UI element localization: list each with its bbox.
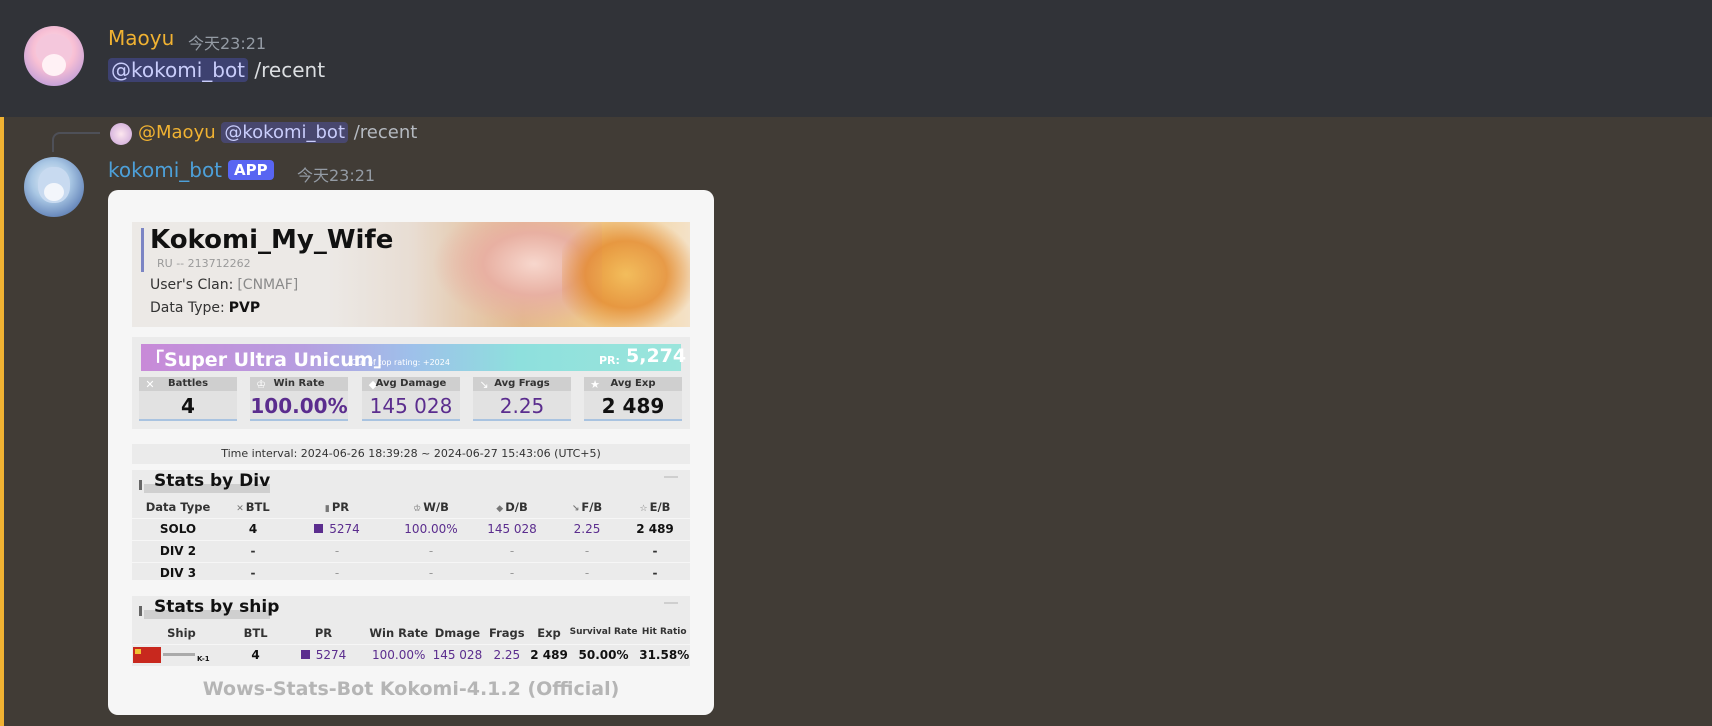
trophy-icon: ♔ bbox=[413, 503, 422, 514]
section-title: Stats by Div bbox=[154, 471, 271, 491]
table-header: Data Type ✕ BTL ▮ PR ♔ W/B ◆ D/B ↘ F/B ☆ E/B bbox=[132, 496, 690, 519]
bot-timestamp: 今天23:21 bbox=[297, 166, 376, 185]
pr-value: 5,274 bbox=[626, 345, 687, 367]
command-text: /recent bbox=[248, 58, 326, 82]
table-row: SOLO 4 5274 100.00% 145 028 2.25 2 489 bbox=[132, 518, 690, 541]
avatar[interactable] bbox=[24, 26, 84, 86]
bot-username-text[interactable]: kokomi_bot bbox=[108, 158, 222, 182]
reply-author[interactable]: @Maoyu bbox=[138, 122, 216, 143]
reply-command: /recent bbox=[348, 122, 418, 143]
bot-username[interactable]: kokomi_bot APP bbox=[108, 158, 274, 182]
player-banner: Kokomi_My_Wife RU -- 213712262 User's Cl… bbox=[132, 222, 690, 327]
player-name: Kokomi_My_Wife bbox=[150, 225, 394, 255]
pr-color-square bbox=[300, 650, 310, 659]
stat-avg-frags: ↘ Avg Frags 2.25 bbox=[473, 377, 571, 421]
pr-label: PR: bbox=[599, 354, 620, 367]
message-maoyu: Maoyu 今天23:21 @kokomi_bot /recent bbox=[0, 0, 1712, 117]
message-content: @kokomi_bot /recent bbox=[108, 58, 325, 82]
stats-by-ship: Stats by ship Ship BTL PR Win Rate Dmage… bbox=[132, 596, 690, 667]
time-interval: Time interval: 2024-06-26 18:39:28 ~ 202… bbox=[132, 444, 690, 464]
card-footer: Wows-Stats-Bot Kokomi-4.1.2 (Official) bbox=[202, 678, 620, 700]
banner-accent bbox=[141, 228, 144, 272]
stats-by-div: Stats by Div Data Type ✕ BTL ▮ PR ♔ W/B ◆ D/… bbox=[132, 470, 690, 585]
frags-icon: ↘ bbox=[571, 503, 580, 514]
reply-avatar[interactable] bbox=[110, 123, 132, 145]
reply-connector bbox=[52, 132, 100, 152]
ship-icon bbox=[163, 653, 195, 657]
table-header: Ship BTL PR Win Rate Dmage Frags Exp Sur… bbox=[132, 622, 690, 645]
bot-avatar[interactable] bbox=[24, 157, 84, 217]
pr-icon: ▮ bbox=[324, 503, 330, 514]
table-row: K-1 4 5274 100.00% 145 028 2.25 2 489 50… bbox=[132, 644, 690, 667]
stats-card-image[interactable]: Kokomi_My_Wife RU -- 213712262 User's Cl… bbox=[108, 190, 714, 715]
stat-avg-exp: ★ Avg Exp 2 489 bbox=[584, 377, 682, 421]
mention-kokomi-bot[interactable]: @kokomi_bot bbox=[108, 58, 249, 82]
table-row: DIV 3 - - - - - - bbox=[132, 562, 690, 585]
data-type: Data Type: PVP bbox=[150, 300, 261, 316]
rating-bar: 「Super Ultra Unicum」 Out of top rating: … bbox=[141, 344, 686, 371]
div-table: Data Type ✕ BTL ▮ PR ♔ W/B ◆ D/B ↘ F/B ☆ E/B S… bbox=[132, 496, 690, 585]
section-title: Stats by ship bbox=[154, 597, 280, 617]
stat-avg-damage: ◆ Avg Damage 145 028 bbox=[362, 377, 460, 421]
username[interactable]: Maoyu bbox=[108, 26, 174, 50]
damage-icon: ◆ bbox=[496, 503, 504, 514]
reply-preview[interactable]: @Maoyu @kokomi_bot /recent bbox=[138, 122, 417, 143]
stat-winrate: ♔ Win Rate 100.00% bbox=[250, 377, 348, 421]
ship-table: Ship BTL PR Win Rate Dmage Frags Exp Sur… bbox=[132, 622, 690, 667]
reply-mention[interactable]: @kokomi_bot bbox=[221, 122, 348, 143]
timestamp: 今天23:21 bbox=[188, 34, 267, 53]
flag-icon bbox=[133, 646, 161, 663]
pr-color-square bbox=[314, 524, 324, 533]
banner-art-leaves bbox=[562, 222, 690, 327]
app-badge: APP bbox=[228, 160, 274, 180]
btl-icon: ✕ bbox=[236, 503, 244, 514]
player-id: RU -- 213712262 bbox=[157, 257, 251, 270]
table-row: DIV 2 - - - - - - bbox=[132, 540, 690, 563]
star-icon: ☆ bbox=[639, 503, 648, 514]
rating-sub: Out of top rating: +2024 bbox=[351, 358, 450, 367]
rating-summary: 「Super Ultra Unicum」 Out of top rating: … bbox=[132, 337, 690, 429]
player-clan: User's Clan: [CNMAF] bbox=[150, 277, 299, 293]
stat-battles: ✕ Battles 4 bbox=[139, 377, 237, 421]
